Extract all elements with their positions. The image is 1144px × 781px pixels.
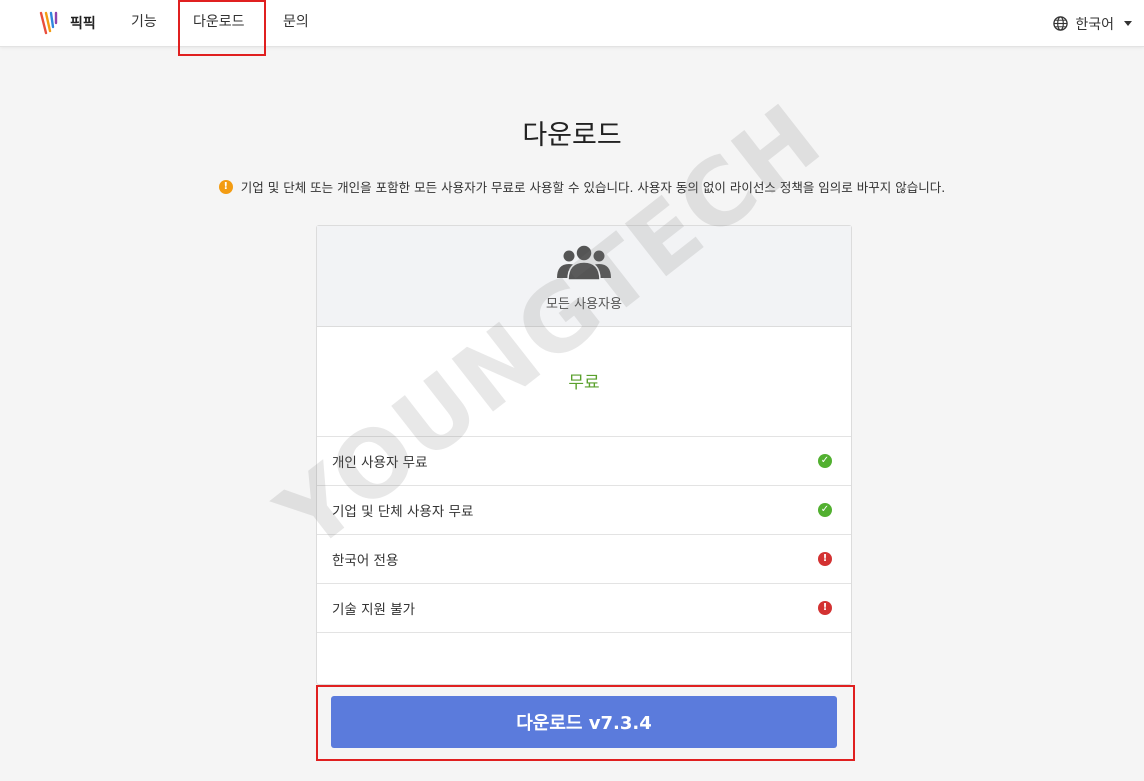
exclamation-circle-icon: ! — [818, 552, 832, 566]
price-label: 무료 — [568, 373, 600, 393]
pricing-card: 모든 사용자용 무료 개인 사용자 무료 ✓ 기업 및 단체 사용자 무료 ✓ … — [316, 225, 852, 685]
plan-name: 모든 사용자용 — [546, 297, 622, 312]
top-navbar: 픽픽 기능 다운로드 문의 한국어 — [0, 0, 1144, 47]
feature-row: 한국어 전용 ! — [317, 535, 851, 584]
brand-name: 픽픽 — [70, 16, 96, 32]
feature-label: 기업 및 단체 사용자 무료 — [332, 504, 474, 520]
feature-row: 개인 사용자 무료 ✓ — [317, 437, 851, 486]
page-title: 다운로드 — [522, 120, 622, 151]
language-selector[interactable]: 한국어 — [1053, 0, 1132, 47]
picpick-logo-icon — [39, 11, 58, 35]
feature-row: 기업 및 단체 사용자 무료 ✓ — [317, 486, 851, 535]
feature-label: 기술 지원 불가 — [332, 602, 416, 618]
exclamation-circle-icon: ! — [218, 179, 233, 194]
card-header: 모든 사용자용 — [317, 226, 851, 327]
chevron-down-icon — [1124, 21, 1132, 26]
download-highlight-box — [316, 685, 855, 761]
nav-features-link[interactable]: 기능 — [131, 0, 157, 47]
globe-icon — [1053, 16, 1069, 31]
check-circle-icon: ✓ — [818, 503, 832, 517]
language-label: 한국어 — [1075, 16, 1114, 33]
feature-row: 기술 지원 불가 ! — [317, 584, 851, 633]
feature-label: 개인 사용자 무료 — [332, 455, 428, 471]
license-notice-text: 기업 및 단체 또는 개인을 포함한 모든 사용자가 무료로 사용할 수 있습니… — [240, 180, 946, 195]
price-row: 무료 — [317, 327, 851, 437]
nav-contact-link[interactable]: 문의 — [283, 0, 309, 47]
nav-highlight-box — [178, 0, 266, 56]
feature-label: 한국어 전용 — [332, 553, 399, 569]
users-icon — [557, 244, 611, 281]
license-notice: ! 기업 및 단체 또는 개인을 포함한 모든 사용자가 무료로 사용할 수 있… — [0, 177, 1144, 196]
check-circle-icon: ✓ — [818, 454, 832, 468]
exclamation-circle-icon: ! — [818, 601, 832, 615]
brand-link[interactable]: 픽픽 — [38, 11, 96, 35]
